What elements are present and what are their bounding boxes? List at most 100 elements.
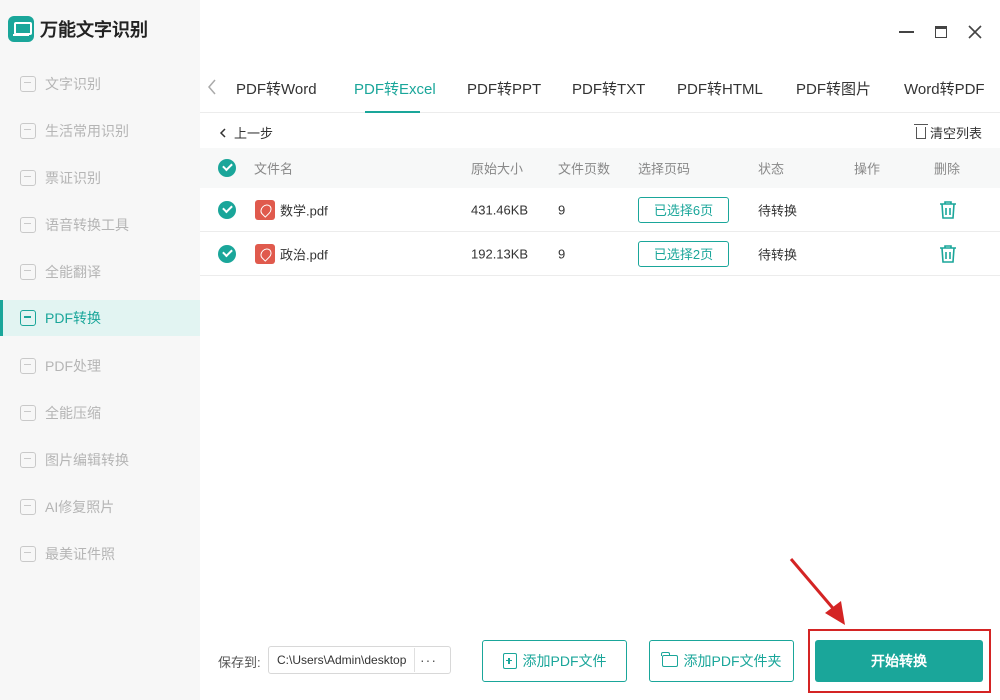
app-header: 万能文字识别	[8, 16, 148, 42]
select-pages-button[interactable]: 已选择6页	[638, 196, 729, 223]
app-logo-icon	[8, 16, 34, 42]
header-filename: 文件名	[254, 161, 294, 177]
save-path-field[interactable]: C:\Users\Admin\desktop ···	[268, 646, 451, 674]
add-pdf-file-button[interactable]: 添加PDF文件	[482, 640, 627, 682]
sidebar-item-label: PDF转换	[45, 310, 101, 326]
sidebar-item-label: 文字识别	[45, 75, 101, 92]
sidebar-item-translate[interactable]: 全能翻译	[0, 248, 200, 295]
back-button[interactable]: 上一步	[218, 123, 273, 142]
tab-pdf-to-word[interactable]: PDF转Word	[236, 78, 317, 99]
sidebar-item-label: 图片编辑转换	[45, 451, 129, 468]
browse-button[interactable]: ···	[414, 648, 442, 672]
file-size: 192.13KB	[471, 246, 529, 261]
app-title: 万能文字识别	[40, 20, 148, 40]
sidebar-item-image-edit[interactable]: 图片编辑转换	[0, 436, 200, 483]
minimize-icon	[898, 31, 914, 33]
sidebar-item-text-recognition[interactable]: 文字识别	[0, 60, 200, 107]
tab-pdf-to-txt[interactable]: PDF转TXT	[572, 78, 645, 99]
annotation-arrow-icon	[789, 558, 845, 625]
translate-icon	[20, 263, 36, 280]
scan-ticket-icon	[20, 169, 36, 186]
sidebar-item-label: 全能压缩	[45, 404, 101, 421]
header-actions: 操作	[854, 161, 881, 177]
image-edit-icon	[20, 451, 36, 468]
sidebar-item-compress[interactable]: 全能压缩	[0, 389, 200, 436]
minimize-button[interactable]	[896, 22, 916, 42]
file-pages: 9	[558, 202, 566, 217]
tab-pdf-to-image[interactable]: PDF转图片	[796, 78, 871, 99]
pdf-file-icon	[255, 243, 275, 264]
table-header: 文件名 原始大小 文件页数 选择页码 状态 操作 删除	[200, 148, 1000, 188]
header-select-pages: 选择页码	[638, 161, 691, 177]
save-path-value: C:\Users\Admin\desktop	[277, 653, 407, 667]
save-to-label: 保存到:	[218, 655, 261, 670]
clear-list-label: 清空列表	[929, 126, 982, 141]
sidebar-item-ticket-recognition[interactable]: 票证识别	[0, 154, 200, 201]
add-pdf-folder-button[interactable]: 添加PDF文件夹	[649, 640, 794, 682]
sidebar-item-label: 全能翻译	[45, 263, 101, 280]
sidebar-item-label: 票证识别	[45, 169, 101, 186]
sidebar-item-voice-tools[interactable]: 语音转换工具	[0, 201, 200, 248]
header-size: 原始大小	[471, 161, 524, 177]
file-size: 431.46KB	[471, 202, 529, 217]
compress-icon	[20, 404, 36, 421]
trash-icon	[940, 200, 956, 219]
file-status: 待转换	[758, 247, 798, 262]
sidebar-item-id-photo[interactable]: 最美证件照	[0, 530, 200, 577]
select-all-checkbox[interactable]	[218, 159, 236, 177]
sidebar-item-pdf-process[interactable]: PDF处理	[0, 342, 200, 389]
file-status: 待转换	[758, 203, 798, 218]
sidebar-item-label: PDF处理	[45, 357, 101, 374]
active-tab-underline	[365, 111, 420, 113]
file-table: 文件名 原始大小 文件页数 选择页码 状态 操作 删除 数学.pdf 431.4…	[200, 148, 1000, 276]
delete-file-button[interactable]	[937, 199, 959, 221]
scan-life-icon	[20, 122, 36, 139]
pdf-process-icon	[20, 357, 36, 374]
pdf-convert-icon	[20, 310, 36, 326]
row-checkbox[interactable]	[218, 244, 236, 263]
file-name: 政治.pdf	[280, 247, 328, 262]
add-file-icon	[502, 653, 517, 669]
tab-pdf-to-ppt[interactable]: PDF转PPT	[467, 78, 541, 99]
sidebar-item-label: 生活常用识别	[45, 122, 129, 139]
sidebar-item-label: AI修复照片	[45, 498, 115, 515]
tab-pdf-to-excel[interactable]: PDF转Excel	[354, 78, 436, 99]
sidebar-item-ai-photo-repair[interactable]: AI修复照片	[0, 483, 200, 530]
sidebar-item-life-recognition[interactable]: 生活常用识别	[0, 107, 200, 154]
back-label: 上一步	[234, 126, 274, 141]
id-photo-icon	[20, 545, 36, 562]
tabs-prev-button[interactable]	[206, 78, 220, 96]
sidebar-item-label: 语音转换工具	[45, 216, 129, 233]
table-row: 政治.pdf 192.13KB 9 已选择2页 待转换	[200, 232, 1000, 276]
delete-file-button[interactable]	[937, 243, 959, 265]
clear-list-button[interactable]: 清空列表	[913, 123, 982, 142]
pdf-file-icon	[255, 199, 275, 220]
header-delete: 删除	[934, 161, 961, 177]
file-pages: 9	[558, 246, 566, 261]
start-convert-button[interactable]: 开始转换	[815, 640, 983, 682]
sidebar-item-label: 最美证件照	[45, 545, 115, 562]
close-button[interactable]	[965, 22, 985, 42]
add-file-label: 添加PDF文件	[522, 653, 607, 669]
header-status: 状态	[758, 161, 785, 177]
maximize-button[interactable]	[931, 22, 951, 42]
photo-repair-icon	[20, 498, 36, 515]
add-folder-label: 添加PDF文件夹	[683, 653, 782, 669]
tab-pdf-to-html[interactable]: PDF转HTML	[677, 78, 763, 99]
chevron-left-icon	[219, 128, 226, 138]
sidebar: 万能文字识别 文字识别 生活常用识别 票证识别 语音转换工具 全能翻译 PDF转…	[0, 0, 200, 700]
file-name: 数学.pdf	[280, 203, 328, 218]
sidebar-nav: 文字识别 生活常用识别 票证识别 语音转换工具 全能翻译 PDF转换 PDF处理…	[0, 60, 200, 577]
trash-icon	[940, 244, 956, 263]
chevron-left-icon	[208, 79, 216, 95]
sidebar-item-pdf-convert[interactable]: PDF转换	[0, 300, 200, 336]
tab-word-to-pdf[interactable]: Word转PDF	[904, 78, 985, 99]
close-icon	[968, 25, 982, 39]
maximize-icon	[935, 26, 947, 38]
select-pages-button[interactable]: 已选择2页	[638, 240, 729, 267]
row-checkbox[interactable]	[218, 200, 236, 219]
conversion-tabs: PDF转Word PDF转Excel PDF转PPT PDF转TXT PDF转H…	[200, 62, 1000, 113]
table-row: 数学.pdf 431.46KB 9 已选择6页 待转换	[200, 188, 1000, 232]
header-pages: 文件页数	[558, 161, 611, 177]
scan-text-icon	[20, 75, 36, 92]
